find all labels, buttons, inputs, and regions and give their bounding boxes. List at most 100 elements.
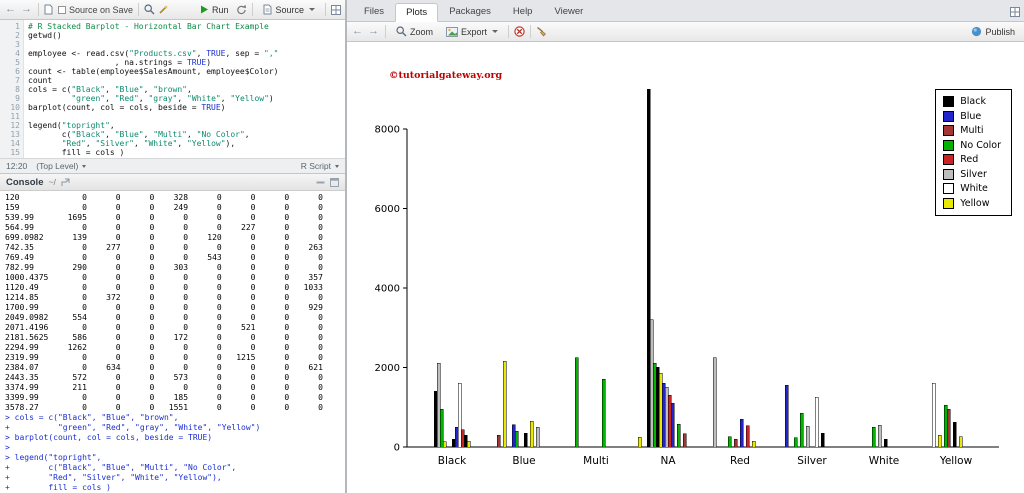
chevron-down-icon bbox=[335, 164, 339, 168]
line-number: 8 bbox=[15, 85, 20, 94]
right-column: Files Plots Packages Help Viewer ← → Zoo… bbox=[347, 0, 1024, 493]
legend-item: White bbox=[943, 183, 1001, 194]
console-input-line: + fill = cols ) bbox=[5, 483, 111, 492]
code-line[interactable]: cols = c("Black", "Blue", "brown", bbox=[28, 85, 345, 94]
file-type-selector[interactable]: R Script bbox=[301, 161, 339, 171]
legend-swatch bbox=[943, 139, 955, 151]
maximize-pane-icon[interactable] bbox=[330, 177, 339, 187]
code-line[interactable]: "green", "Red", "gray", "White", "Yellow… bbox=[28, 94, 345, 103]
console-input-line: > bbox=[5, 443, 15, 452]
bar bbox=[442, 441, 447, 448]
legend-item: Black bbox=[943, 96, 1001, 107]
previous-plot-icon[interactable]: ← bbox=[351, 26, 364, 37]
legend-swatch bbox=[943, 197, 955, 209]
bar bbox=[451, 438, 456, 448]
tab-viewer[interactable]: Viewer bbox=[543, 2, 594, 21]
legend-swatch bbox=[943, 183, 955, 194]
legend-item: Red bbox=[943, 154, 1001, 165]
bar bbox=[535, 426, 540, 448]
code-line[interactable]: # R Stacked Barplot - Horizontal Bar Cha… bbox=[28, 22, 345, 31]
console-input-line: + "green", "Red", "gray", "White", "Yell… bbox=[5, 423, 261, 432]
tab-help[interactable]: Help bbox=[502, 2, 544, 21]
publish-label: Publish bbox=[985, 26, 1015, 37]
line-number: 2 bbox=[15, 31, 20, 40]
y-tick-label: 0 bbox=[394, 443, 400, 454]
open-in-window-icon[interactable] bbox=[61, 178, 70, 187]
tab-packages[interactable]: Packages bbox=[438, 2, 502, 21]
code-line[interactable]: "Red", "Silver", "White", "Yellow"), bbox=[28, 139, 345, 148]
code-line[interactable]: barplot(count, col = cols, beside = TRUE… bbox=[28, 103, 345, 112]
tab-plots[interactable]: Plots bbox=[395, 3, 439, 22]
barplot-svg: 0 2000 4000 6000 8000 Black Blue Multi NA Red Silv… bbox=[375, 88, 999, 467]
console-output-line: 159 0 0 0 249 0 0 0 0 bbox=[5, 203, 323, 212]
code-line[interactable]: count <- table(employee$SalesAmount, emp… bbox=[28, 67, 345, 76]
source-file-icon bbox=[263, 4, 272, 15]
code-line[interactable] bbox=[28, 40, 345, 49]
legend-swatch bbox=[943, 96, 955, 107]
remove-plot-icon[interactable] bbox=[514, 26, 525, 37]
legend-item: Multi bbox=[943, 125, 1001, 136]
next-plot-icon[interactable]: → bbox=[367, 26, 380, 37]
code-line[interactable]: , na.strings = TRUE) bbox=[28, 58, 345, 67]
code-line[interactable]: count bbox=[28, 76, 345, 85]
rerun-icon[interactable] bbox=[236, 4, 247, 15]
console-output[interactable]: 120 0 0 0 328 0 0 0 0 159 0 0 0 249 0 0 0… bbox=[0, 191, 345, 493]
panes-layout-icon[interactable] bbox=[1010, 7, 1020, 17]
chevron-down-icon bbox=[82, 164, 87, 168]
search-icon[interactable] bbox=[144, 4, 155, 15]
line-number: 9 bbox=[15, 94, 20, 103]
panes-layout-icon[interactable] bbox=[331, 4, 341, 15]
console-working-dir: ~/ bbox=[48, 177, 56, 187]
console-input-line: > legend("topright", bbox=[5, 453, 102, 462]
scope-label: (Top Level) bbox=[36, 161, 79, 171]
code-line[interactable]: fill = cols ) bbox=[28, 148, 345, 157]
bar bbox=[943, 404, 948, 448]
back-icon[interactable]: ← bbox=[4, 4, 17, 15]
tab-files[interactable]: Files bbox=[353, 2, 395, 21]
bar bbox=[805, 426, 810, 448]
legend-label: Blue bbox=[960, 110, 982, 122]
y-tick-label: 4000 bbox=[375, 283, 400, 294]
code-line[interactable] bbox=[28, 112, 345, 121]
minimize-pane-icon[interactable] bbox=[316, 178, 325, 187]
legend-swatch bbox=[943, 154, 955, 165]
bar bbox=[751, 440, 756, 448]
console-output-line: 120 0 0 0 328 0 0 0 0 bbox=[5, 193, 323, 202]
plot-area: 0 2000 4000 6000 8000 Black Blue Multi NA Red Silv… bbox=[347, 42, 1024, 493]
forward-icon[interactable]: → bbox=[20, 4, 33, 15]
bar bbox=[514, 430, 519, 448]
code-line[interactable]: legend("topright", bbox=[28, 121, 345, 130]
run-button[interactable]: Run bbox=[195, 4, 234, 16]
x-category-label: NA bbox=[660, 455, 676, 467]
code-editor[interactable]: 1 2 3 4 5 6 7 8 9 10 11 12 13 14 15 # R Stacked Barplo… bbox=[0, 20, 345, 158]
line-number: 1 bbox=[15, 22, 20, 31]
publish-button[interactable]: Publish bbox=[966, 25, 1020, 38]
legend-label: Yellow bbox=[960, 197, 990, 209]
code-line[interactable]: c("Black", "Blue", "Multi", "No Color", bbox=[28, 130, 345, 139]
console-output-line: 1000.4375 0 0 0 0 0 0 0 357 bbox=[5, 273, 323, 282]
x-category-label: Yellow bbox=[939, 455, 973, 467]
chart-legend: Black Blue Multi No Color Red Silver White Yell… bbox=[935, 89, 1012, 216]
code-line[interactable]: employee <- read.csv("Products.csv", TRU… bbox=[28, 49, 345, 58]
scope-indicator[interactable]: (Top Level) bbox=[36, 161, 87, 171]
bar bbox=[523, 432, 528, 448]
popout-icon[interactable] bbox=[44, 4, 53, 15]
plots-toolbar: ← → Zoom Export Publish bbox=[347, 22, 1024, 42]
bar bbox=[877, 424, 882, 448]
toolbar-divider bbox=[138, 3, 140, 16]
zoom-button[interactable]: Zoom bbox=[391, 25, 438, 38]
code-line[interactable]: getwd() bbox=[28, 31, 345, 40]
bar bbox=[457, 383, 462, 448]
legend-swatch bbox=[943, 125, 955, 136]
source-on-save-checkbox[interactable] bbox=[58, 5, 66, 14]
line-number: 13 bbox=[10, 130, 20, 139]
export-button[interactable]: Export bbox=[441, 26, 503, 38]
line-number: 12 bbox=[10, 121, 20, 130]
bar bbox=[712, 357, 717, 448]
source-button[interactable]: Source bbox=[258, 3, 320, 16]
clear-all-plots-icon[interactable] bbox=[536, 26, 548, 37]
bar bbox=[646, 88, 651, 448]
magic-wand-icon[interactable] bbox=[158, 5, 168, 15]
console-input-line: + "Red", "Silver", "White", "Yellow"), bbox=[5, 473, 222, 482]
bar bbox=[439, 408, 444, 448]
